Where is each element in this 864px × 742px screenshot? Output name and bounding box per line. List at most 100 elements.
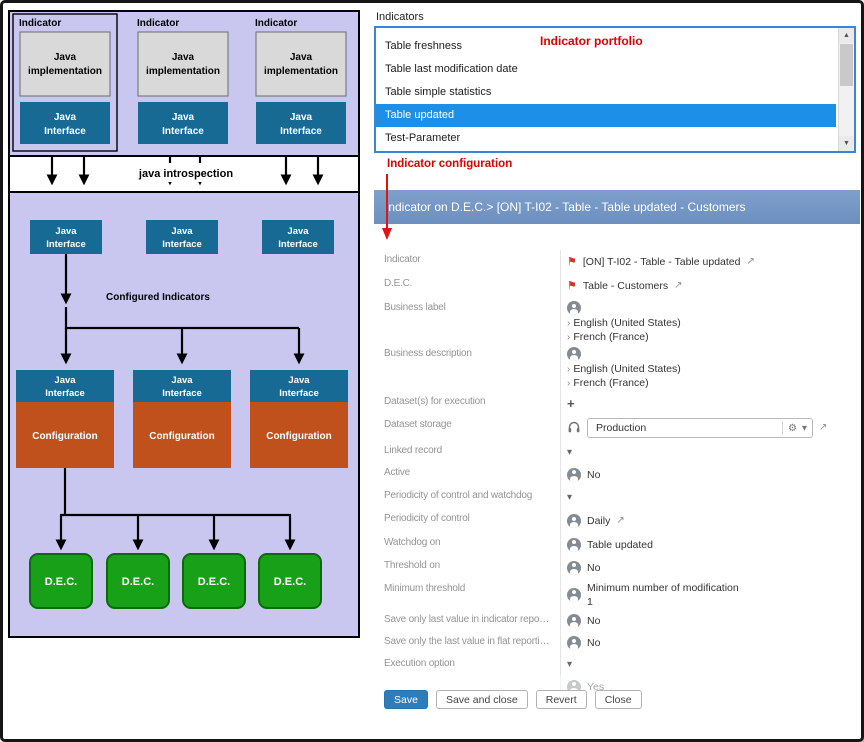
row-active: Active No <box>384 463 860 486</box>
locale-item[interactable]: › English (United States) <box>567 317 681 329</box>
field-label: Save only last value in indicator report… <box>384 610 560 625</box>
field-label: Periodicity of control <box>384 509 560 524</box>
expand-icon: › <box>567 364 570 375</box>
chevron-down-icon[interactable]: ▾ <box>802 423 807 434</box>
java-interface-label: Interface <box>162 388 202 399</box>
java-interface-label: Interface <box>162 126 204 137</box>
list-item-table-simple-statistics[interactable]: Table simple statistics <box>376 81 836 104</box>
locale-item[interactable]: › French (France) <box>567 331 649 343</box>
field-value: No <box>587 637 600 649</box>
list-item-table-last-modification-date[interactable]: Table last modification date <box>376 58 836 81</box>
configuration-annotation: Indicator configuration <box>387 158 512 170</box>
row-save-last-value-indicator-report: Save only last value in indicator report… <box>384 610 860 632</box>
close-button[interactable]: Close <box>595 690 642 709</box>
locale-item[interactable]: › French (France) <box>567 377 649 389</box>
external-link-icon[interactable]: ↗ <box>674 281 682 291</box>
scroll-down-icon[interactable]: ▼ <box>839 136 854 151</box>
dec-label: D.E.C. <box>274 576 306 588</box>
java-interface-label: Java <box>54 112 77 123</box>
field-label: Active <box>384 463 560 478</box>
row-execution-option: Execution option ▾ <box>384 654 860 675</box>
java-implementation-box <box>256 32 346 96</box>
avatar-icon <box>567 636 581 650</box>
indicator-group-1: Indicator Java implementation Java Inter… <box>13 14 117 151</box>
row-minimum-threshold: Minimum threshold Minimum number of modi… <box>384 579 860 610</box>
collapse-section-icon[interactable]: ▾ <box>567 447 572 458</box>
field-value: No <box>587 562 600 574</box>
vertical-scrollbar[interactable]: ▲ ▼ <box>838 28 854 151</box>
java-implementation-label: implementation <box>264 66 338 77</box>
avatar-icon <box>567 561 581 575</box>
save-button[interactable]: Save <box>384 690 428 709</box>
configuration-label: Configuration <box>149 431 215 442</box>
indicator-label: Indicator <box>255 18 297 29</box>
java-interface-label: Interface <box>280 126 322 137</box>
configuration-label: Configuration <box>266 431 332 442</box>
java-introspection-label: java introspection <box>138 168 233 180</box>
field-value: Table updated <box>587 539 653 551</box>
scroll-up-icon[interactable]: ▲ <box>839 28 854 43</box>
java-interface-box <box>138 102 228 144</box>
avatar-icon <box>567 468 581 482</box>
java-interface-label: Java <box>55 226 77 237</box>
external-link-icon[interactable]: ↗ <box>819 423 827 433</box>
locale-item[interactable]: › English (United States) <box>567 363 681 375</box>
field-value: Minimum number of modification <box>587 582 739 594</box>
collapse-section-icon[interactable]: ▾ <box>567 659 572 670</box>
field-label: Dataset storage <box>384 415 560 430</box>
gear-icon[interactable]: ⚙ <box>788 423 797 434</box>
interface-row: Java Interface Java Interface Java Inter… <box>30 220 334 254</box>
java-interface-label: Java <box>171 226 193 237</box>
row-save-last-value-flat-reporting: Save only the last value in flat reporti… <box>384 632 860 654</box>
avatar-icon <box>567 588 581 602</box>
java-interface-label: Interface <box>44 126 86 137</box>
indicator-group-3: Indicator Java implementation Java Inter… <box>255 18 346 144</box>
scrollbar-thumb[interactable] <box>840 44 853 86</box>
row-business-description: Business description › English (United S… <box>384 344 860 392</box>
indicator-form: Indicator on D.E.C.> [ON] T-I02 - Table … <box>374 190 860 713</box>
field-value: Table - Customers <box>583 280 668 292</box>
collapse-section-icon[interactable]: ▾ <box>567 492 572 503</box>
java-interface-box <box>256 102 346 144</box>
java-interface-label: Java <box>54 375 76 386</box>
field-label: Minimum threshold <box>384 579 560 594</box>
external-link-icon[interactable]: ↗ <box>616 516 624 526</box>
configured-indicator-3: Java Interface Configuration <box>250 370 348 468</box>
list-item-table-updated[interactable]: Table updated <box>376 104 836 127</box>
field-value: No <box>587 615 600 627</box>
configuration-annotation-arrow <box>378 172 396 242</box>
configuration-label: Configuration <box>32 431 98 442</box>
locale-label: French (France) <box>573 331 648 343</box>
locale-label: English (United States) <box>573 363 680 375</box>
configured-indicators-label: Configured Indicators <box>106 292 210 303</box>
list-item-test-parameter[interactable]: Test-Parameter <box>376 127 836 150</box>
locale-label: French (France) <box>573 377 648 389</box>
row-indicator: Indicator ⚑ [ON] T-I02 - Table - Table u… <box>384 250 860 274</box>
expand-icon: › <box>567 318 570 329</box>
avatar-icon <box>567 347 581 361</box>
field-label: Execution option <box>384 654 560 669</box>
row-business-label: Business label › English (United States)… <box>384 298 860 344</box>
dataset-storage-select[interactable]: Production ⚙ ▾ <box>587 418 813 438</box>
portfolio-annotation: Indicator portfolio <box>540 34 643 48</box>
save-and-close-button[interactable]: Save and close <box>436 690 528 709</box>
field-value: No <box>587 469 600 481</box>
expand-icon: › <box>567 332 570 343</box>
row-periodicity-of-control: Periodicity of control Daily ↗ <box>384 509 860 533</box>
indicators-listbox: Table freshness Table last modification … <box>374 26 856 153</box>
java-interface-label: Java <box>287 226 309 237</box>
external-link-icon[interactable]: ↗ <box>746 257 754 267</box>
expand-icon: › <box>567 378 570 389</box>
row-dec: D.E.C. ⚑ Table - Customers ↗ <box>384 274 860 298</box>
java-interface-label: Java <box>172 112 195 123</box>
java-interface-label: Interface <box>162 239 202 250</box>
selector-flag-icon: ⚑ <box>567 281 577 292</box>
row-watchdog-on: Watchdog on Table updated <box>384 533 860 556</box>
field-label: Dataset(s) for execution <box>384 392 560 407</box>
add-dataset-button[interactable]: + <box>567 398 575 410</box>
revert-button[interactable]: Revert <box>536 690 587 709</box>
java-implementation-label: Java <box>54 52 77 63</box>
field-label: Periodicity of control and watchdog <box>384 486 560 501</box>
form-actions: Save Save and close Revert Close <box>384 690 642 709</box>
row-dataset-storage: Dataset storage Production ⚙ ▾ ↗ <box>384 415 860 441</box>
